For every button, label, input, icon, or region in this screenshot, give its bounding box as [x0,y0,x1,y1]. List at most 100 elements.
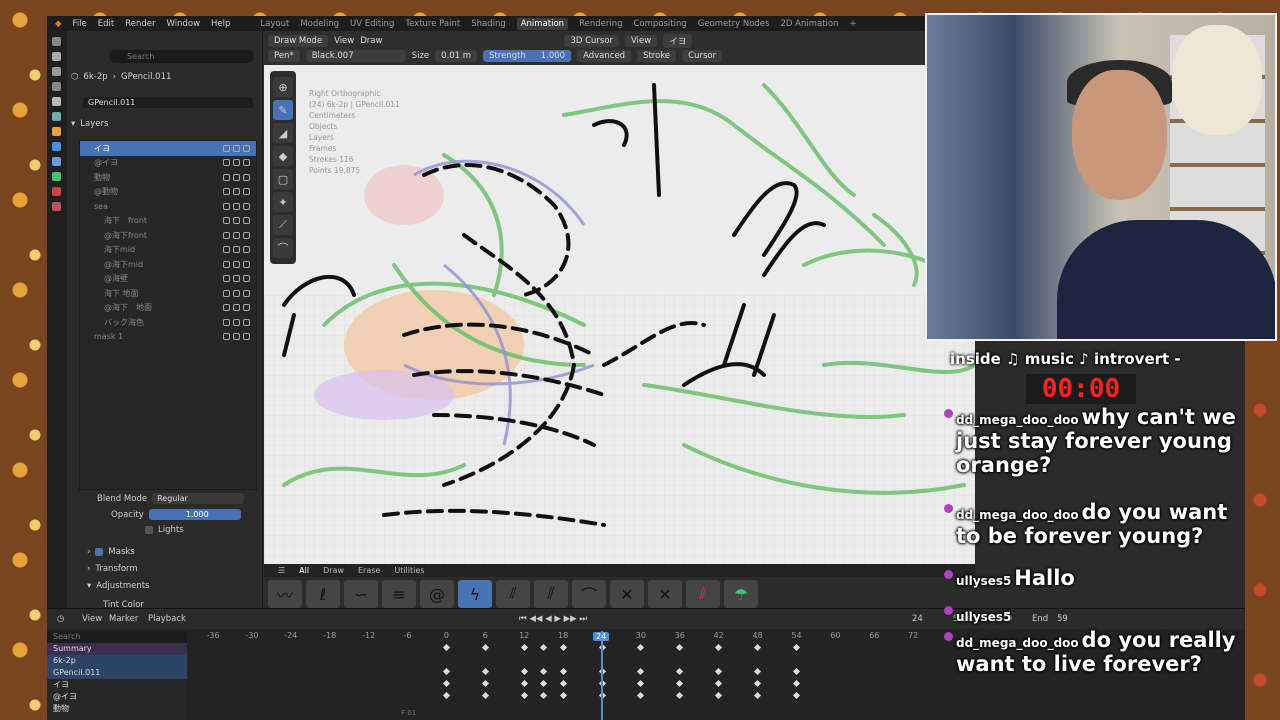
keyframe[interactable] [792,691,801,700]
keyframe[interactable] [637,667,645,676]
layer-item[interactable]: @海下front [80,228,256,243]
timeline-marker-menu[interactable]: Marker [109,614,138,624]
timeline-playback-menu[interactable]: Playback [148,614,186,624]
channel-scene[interactable]: 6k-2p [47,655,187,667]
brush-tab-utilities[interactable]: Utilities [394,566,424,575]
opacity-slider[interactable]: 1.000 [148,509,241,520]
eyedropper-tool-icon[interactable]: ⟋ [273,215,293,235]
keyframe[interactable] [637,691,645,700]
keyframe[interactable] [715,679,723,688]
keyframe[interactable] [676,691,684,700]
keyframe[interactable] [637,679,645,688]
masks-panel-header[interactable]: › Masks [87,547,135,557]
channel-layer[interactable]: イヨ [47,679,187,691]
layers-panel-header[interactable]: ▾ Layers [71,119,108,129]
layer-item[interactable]: @海壁 [80,272,256,287]
view-select[interactable]: View [625,35,658,47]
render-tab-icon[interactable] [52,52,61,61]
blender-logo-icon[interactable]: ◆ [55,19,62,29]
brush-curve-icon[interactable]: ⌒ [572,580,606,608]
data-tab-icon[interactable] [52,172,61,181]
keyframe[interactable] [754,679,762,688]
layer-item[interactable]: 海下 front [80,214,256,229]
play-controls[interactable]: ⏮ ◀◀ ◀ ▶ ▶▶ ⏭ [519,614,587,624]
tab-texture-paint[interactable]: Texture Paint [405,19,460,29]
menu-file[interactable]: File [73,19,87,29]
brush-tab-erase[interactable]: Erase [358,566,380,575]
tab-modeling[interactable]: Modeling [300,19,339,29]
tab-geometry-nodes[interactable]: Geometry Nodes [698,19,770,29]
keyframe[interactable] [754,643,762,652]
3d-viewport[interactable]: Draw Mode View Draw 3D Cursor View イヨ Pe… [264,31,975,608]
menu-edit[interactable]: Edit [98,19,114,29]
keyframe[interactable] [442,643,450,652]
strength-slider[interactable]: Strength 1.000 [483,50,572,62]
brush-soft-icon[interactable]: ⫽ [496,580,530,608]
menu-help[interactable]: Help [211,19,230,29]
keyframe[interactable] [520,691,528,700]
timeline-view-menu[interactable]: View [82,614,102,624]
brush-pen-icon[interactable]: @ [420,580,454,608]
brush-hatch-icon[interactable]: ⫽ [534,580,568,608]
keyframe[interactable] [715,643,723,652]
texture-tab-icon[interactable] [52,202,61,211]
placement-select[interactable]: 3D Cursor [564,35,620,47]
data-name-field[interactable]: GPencil.011 [83,97,253,108]
brush-airbrush-icon[interactable]: 〰 [268,580,302,608]
view-layer-tab-icon[interactable] [52,82,61,91]
keyframe[interactable] [442,667,450,676]
layer-item[interactable]: 海下mid [80,243,256,258]
brush-tab-draw[interactable]: Draw [323,566,344,575]
channel-search-input[interactable]: Search [47,631,187,643]
effects-tab-icon[interactable] [52,157,61,166]
lights-checkbox[interactable] [145,526,153,534]
tab-compositing[interactable]: Compositing [633,19,686,29]
keyframe[interactable] [442,679,450,688]
blend-mode-select[interactable]: Regular [152,493,245,504]
brush-eraser-icon[interactable]: ✕ [610,580,644,608]
keyframe[interactable] [559,679,567,688]
tab-rendering[interactable]: Rendering [579,19,622,29]
stroke-menu[interactable]: Stroke [637,50,677,62]
layer-item[interactable]: バック海色 [80,315,256,330]
brush-block-icon[interactable]: ≡ [382,580,416,608]
tab-shading[interactable]: Shading [471,19,506,29]
add-workspace-button[interactable]: + [849,19,856,29]
transform-panel-header[interactable]: › Transform [87,564,138,574]
advanced-menu[interactable]: Advanced [577,50,632,62]
erase-tool-icon[interactable]: ◢ [273,123,293,143]
layer-group[interactable]: sea [80,199,256,214]
keyframe[interactable] [637,643,645,652]
object-tab-icon[interactable] [52,127,61,136]
keyframe[interactable] [520,643,528,652]
playhead[interactable] [601,631,603,720]
tool-tab-icon[interactable] [52,37,61,46]
material-select[interactable]: Black.007 [305,50,406,62]
brush-ink-icon[interactable]: ℓ [306,580,340,608]
menu-window[interactable]: Window [167,19,201,29]
draw-menu[interactable]: Draw [360,36,382,46]
channel-layer[interactable]: 動物 [47,703,187,715]
tab-uv-editing[interactable]: UV Editing [350,19,394,29]
brush-fill-icon[interactable]: ☂ [724,580,758,608]
layer-item[interactable]: @動物 [80,185,256,200]
keyframe[interactable] [481,679,489,688]
adjustments-panel-header[interactable]: ▾ Adjustments [87,581,150,591]
keyframe[interactable] [540,667,548,676]
editor-type-icon[interactable]: ◷ [57,614,64,624]
scene-tab-icon[interactable] [52,97,61,106]
view-menu[interactable]: View [334,36,354,46]
keyframe[interactable] [754,691,762,700]
keyframe[interactable] [559,643,567,652]
keyframe[interactable] [792,643,801,652]
keyframe[interactable] [520,679,528,688]
material-tab-icon[interactable] [52,187,61,196]
modifier-tab-icon[interactable] [52,142,61,151]
channel-object[interactable]: GPencil.011 [47,667,187,679]
world-tab-icon[interactable] [52,112,61,121]
menu-icon[interactable]: ☰ [278,566,285,575]
keyframe[interactable] [540,691,548,700]
keyframe[interactable] [676,679,684,688]
current-frame-field[interactable]: 24 [912,614,923,624]
keyframe[interactable] [559,667,567,676]
